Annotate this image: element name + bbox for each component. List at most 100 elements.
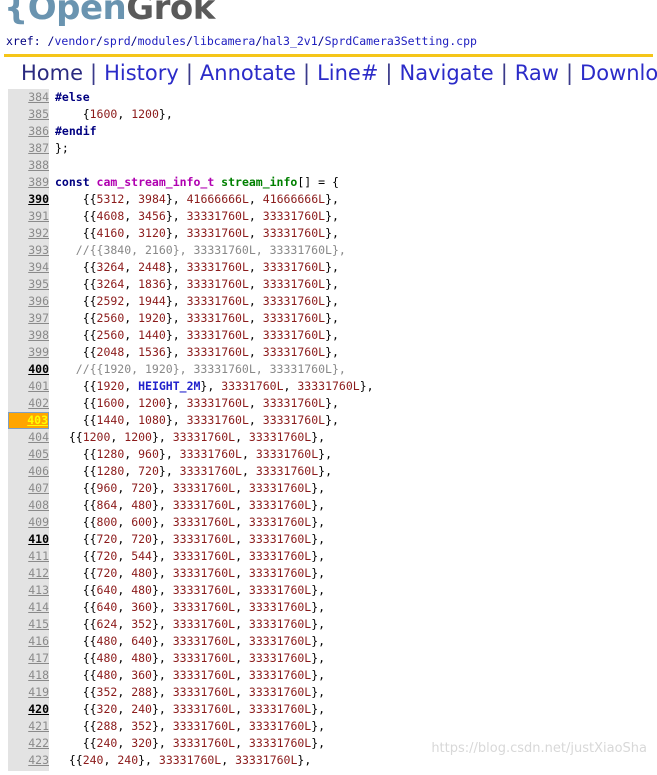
token-punct: }, [311,617,326,631]
token-num: 33331760L [172,549,236,563]
line-number-395[interactable]: 395 [8,276,49,293]
line-number-390[interactable]: 390 [8,191,49,208]
line-number-422[interactable]: 422 [8,735,49,752]
token-punct: , [124,345,139,359]
token-punct: , [235,481,249,495]
line-number-388[interactable]: 388 [8,157,49,174]
line-number-394[interactable]: 394 [8,259,49,276]
line-number-385[interactable]: 385 [8,106,49,123]
line-number-400[interactable]: 400 [8,361,49,378]
nav-link-home[interactable]: Home [14,61,90,85]
token-num: 33331760L [221,379,284,393]
xref-segment-0[interactable]: vendor [54,34,96,48]
code-line-source: {{480, 360}, 33331760L, 33331760L}, [49,667,325,684]
line-number-397[interactable]: 397 [8,310,49,327]
code-viewer[interactable]: 384 #else 385 {1600, 1200}, 386 #endif 387}; 3… [0,89,657,771]
token-num: 33331760L [173,770,235,771]
line-number-424[interactable]: 424 [8,769,49,771]
line-number-389[interactable]: 389 [8,174,49,191]
code-line-source: {1600, 1200}, [49,106,173,123]
line-number-420[interactable]: 420 [8,701,49,718]
token-punct: , [117,668,132,682]
line-number-401[interactable]: 401 [8,378,49,395]
token-punct: , [124,192,139,206]
token-num: 33331760L [172,702,236,716]
line-number-423[interactable]: 423 [8,752,49,769]
line-number-392[interactable]: 392 [8,225,49,242]
line-number-413[interactable]: 413 [8,582,49,599]
token-num: 33331760L [248,430,312,444]
token-num: 33331760L [262,413,326,427]
xref-segment-4[interactable]: hal3_2v1 [262,34,317,48]
line-number-407[interactable]: 407 [8,480,49,497]
token-punct: }, [152,770,173,771]
token-num: 1536 [138,345,166,359]
line-number-391[interactable]: 391 [8,208,49,225]
line-number-396[interactable]: 396 [8,293,49,310]
nav-link-raw[interactable]: Raw [508,61,566,85]
nav-link-line[interactable]: Line# [310,61,385,85]
line-number-404[interactable]: 404 [8,429,49,446]
token-cmt: //{{1920, 1920}, 33331760L, 33331760L}, [55,362,346,376]
line-number-387[interactable]: 387 [8,140,49,157]
line-number-417[interactable]: 417 [8,650,49,667]
line-number-399[interactable]: 399 [8,344,49,361]
line-number-386[interactable]: 386 [8,123,49,140]
token-punct: }, [311,481,326,495]
line-number-398[interactable]: 398 [8,327,49,344]
token-punct: }, [311,566,326,580]
line-number-421[interactable]: 421 [8,718,49,735]
token-num: 33331760L [248,634,312,648]
line-number-393[interactable]: 393 [8,242,49,259]
nav-link-download[interactable]: Download [573,61,657,85]
nav-link-annotate[interactable]: Annotate [193,61,303,85]
line-number-419[interactable]: 419 [8,684,49,701]
code-lines-container: 384 #else 385 {1600, 1200}, 386 #endif 387}; 3… [0,89,657,771]
code-line-source: {{320, 240}, 33331760L, 33331760L}, [49,701,325,718]
xref-segment-5[interactable]: SprdCamera3Setting.cpp [325,34,477,48]
token-num: 2448 [138,260,166,274]
token-punct: }, [325,311,339,325]
line-number-384[interactable]: 384 [8,89,49,106]
xref-segment-1[interactable]: sprd [103,34,131,48]
token-num: 33331760L [248,532,312,546]
line-number-411[interactable]: 411 [8,548,49,565]
code-line: 391 {{4608, 3456}, 33331760L, 33331760L}… [0,208,657,225]
line-number-418[interactable]: 418 [8,667,49,684]
token-num: 4608 [96,209,125,223]
line-number-409[interactable]: 409 [8,514,49,531]
nav-link-history[interactable]: History [97,61,186,85]
token-punct: }, [165,396,187,410]
token-num: 1440 [138,328,166,342]
token-name[interactable]: stream_info [221,175,297,189]
line-number-406[interactable]: 406 [8,463,49,480]
code-line: 411 {{720, 544}, 33331760L, 33331760L}, [0,548,657,565]
token-punct: {{ [55,464,97,478]
code-line-source: {{352, 288}, 33331760L, 33331760L}, [49,684,325,701]
opengrok-logo[interactable]: {OpenGrok [4,0,215,28]
token-num: 720 [96,532,118,546]
line-number-416[interactable]: 416 [8,633,49,650]
token-num: 320 [96,702,118,716]
line-number-414[interactable]: 414 [8,599,49,616]
line-number-415[interactable]: 415 [8,616,49,633]
token-num: 33331760L [248,668,312,682]
token-num: 5312 [96,192,125,206]
code-line: 402 {{1600, 1200}, 33331760L, 33331760L}… [0,395,657,412]
line-number-402[interactable]: 402 [8,395,49,412]
nav-link-navigate[interactable]: Navigate [393,61,501,85]
token-punct: , [241,464,256,478]
token-sym[interactable]: HEIGHT_2M [138,379,200,393]
token-num: 480 [96,634,118,648]
line-number-408[interactable]: 408 [8,497,49,514]
line-number-412[interactable]: 412 [8,565,49,582]
xref-segment-3[interactable]: libcamera [193,34,255,48]
line-number-405[interactable]: 405 [8,446,49,463]
code-line: 408 {{864, 480}, 33331760L, 33331760L}, [0,497,657,514]
logo-bar: {OpenGrok [0,0,657,28]
line-number-403[interactable]: 403 [8,412,49,429]
line-number-410[interactable]: 410 [8,531,49,548]
xref-segment-2[interactable]: modules [138,34,186,48]
xref-path-segments[interactable]: /vendor/sprd/modules/libcamera/hal3_2v1/… [48,34,477,48]
code-line: 413 {{640, 480}, 33331760L, 33331760L}, [0,582,657,599]
